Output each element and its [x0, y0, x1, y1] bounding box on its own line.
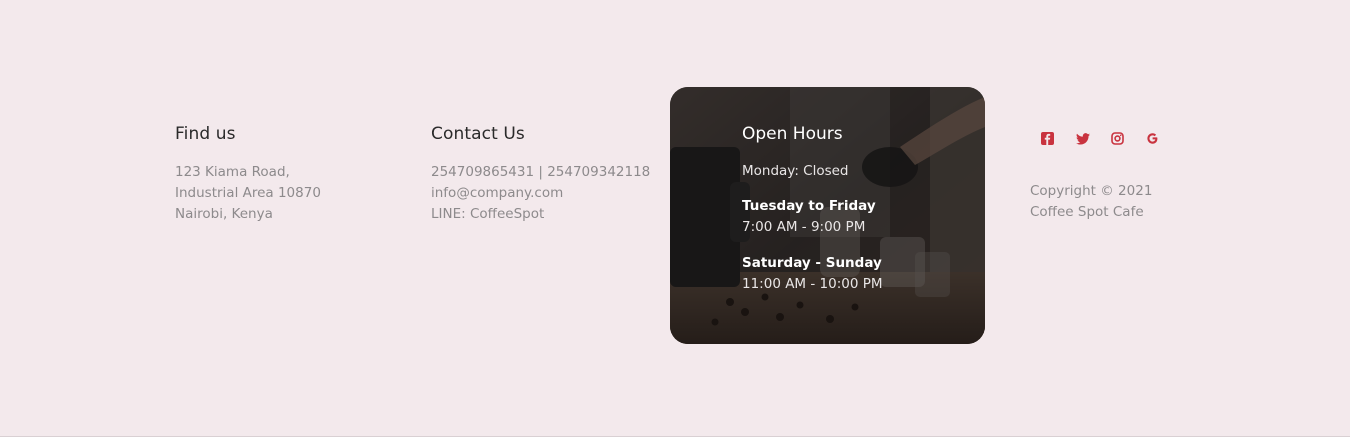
site-footer: Find us 123 Kiama Road, Industrial Area …: [0, 0, 1350, 437]
company-name: Coffee Spot Cafe: [1030, 204, 1144, 220]
instagram-icon[interactable]: [1110, 131, 1125, 146]
weekday-hours: 7:00 AM - 9:00 PM: [742, 219, 866, 235]
open-hours-card: Open Hours Monday: Closed Tuesday to Fri…: [670, 87, 985, 344]
facebook-icon[interactable]: [1040, 131, 1055, 146]
weekday-label: Tuesday to Friday: [742, 198, 876, 214]
phone-numbers[interactable]: 254709865431 | 254709342118: [431, 162, 650, 183]
open-hours-title: Open Hours: [742, 124, 843, 144]
weekend-hours: 11:00 AM - 10:00 PM: [742, 276, 883, 292]
find-us-title: Find us: [175, 124, 236, 144]
address: 123 Kiama Road, Industrial Area 10870 Na…: [175, 162, 321, 225]
monday-hours: Monday: Closed: [742, 163, 849, 179]
address-line: Nairobi, Kenya: [175, 206, 273, 222]
contact-details: 254709865431 | 254709342118 info@company…: [431, 162, 650, 225]
line-id: LINE: CoffeeSpot: [431, 206, 545, 222]
copyright-line: Copyright © 2021: [1030, 183, 1153, 199]
address-line: 123 Kiama Road,: [175, 164, 290, 180]
google-icon[interactable]: [1145, 131, 1160, 146]
copyright: Copyright © 2021 Coffee Spot Cafe: [1030, 181, 1152, 223]
social-links: [1040, 131, 1160, 146]
address-line: Industrial Area 10870: [175, 185, 321, 201]
contact-title: Contact Us: [431, 124, 525, 144]
twitter-icon[interactable]: [1075, 131, 1090, 146]
hours-content: Open Hours Monday: Closed Tuesday to Fri…: [742, 87, 985, 344]
weekend-label: Saturday - Sunday: [742, 255, 882, 271]
email-link[interactable]: info@company.com: [431, 183, 650, 204]
